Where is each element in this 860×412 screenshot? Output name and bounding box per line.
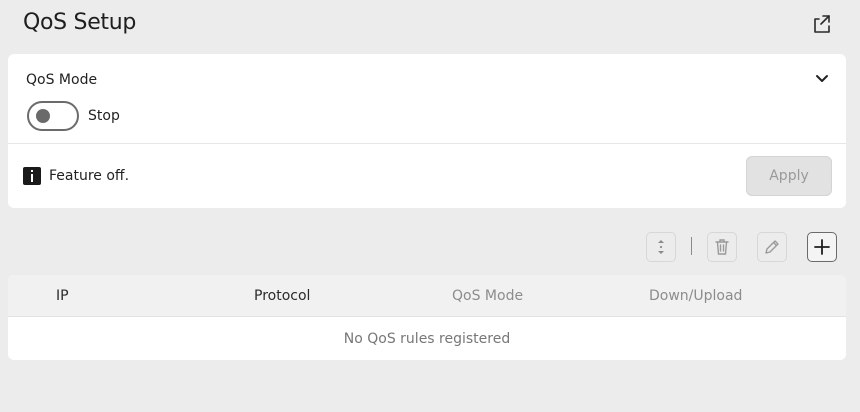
divider (8, 143, 846, 144)
column-header-protocol[interactable]: Protocol (254, 288, 310, 304)
pencil-icon (765, 240, 779, 254)
qos-mode-toggle[interactable] (27, 101, 79, 131)
qos-rules-table: IP Protocol QoS Mode Down/Upload No QoS … (8, 275, 846, 360)
trash-icon (715, 239, 729, 255)
plus-icon (814, 239, 830, 255)
info-icon (23, 167, 41, 185)
toolbar-separator (691, 237, 692, 255)
chevron-down-icon[interactable] (812, 70, 832, 88)
empty-table-message: No QoS rules registered (343, 331, 511, 347)
column-header-qos-mode[interactable]: QoS Mode (452, 288, 523, 304)
qos-mode-card: QoS Mode Stop Feature off. Apply (8, 54, 846, 208)
column-header-down-upload[interactable]: Down/Upload (649, 288, 742, 304)
add-rule-button[interactable] (807, 232, 837, 262)
toggle-knob (36, 109, 50, 123)
table-header: IP Protocol QoS Mode Down/Upload (8, 275, 846, 317)
column-header-ip[interactable]: IP (56, 288, 69, 304)
edit-button[interactable] (757, 232, 787, 262)
page-title: QoS Setup (23, 10, 137, 35)
toggle-state-label: Stop (88, 108, 120, 124)
status-message: Feature off. (49, 168, 130, 184)
sort-button[interactable] (646, 232, 676, 262)
qos-mode-label: QoS Mode (26, 72, 98, 88)
sort-icon (658, 240, 664, 254)
export-icon[interactable] (810, 12, 834, 36)
delete-button[interactable] (707, 232, 737, 262)
page-header: QoS Setup (0, 0, 860, 54)
apply-button[interactable]: Apply (746, 156, 832, 196)
